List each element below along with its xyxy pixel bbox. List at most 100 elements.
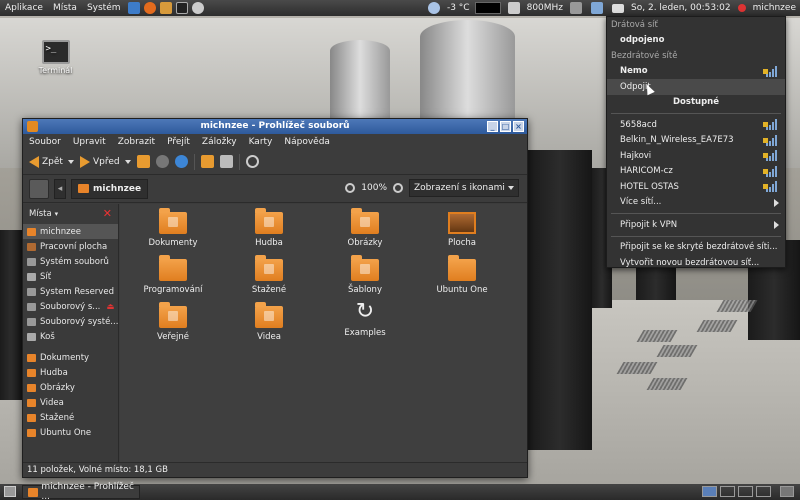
menu-napoveda[interactable]: Nápověda xyxy=(278,137,336,147)
chevron-down-icon[interactable] xyxy=(124,159,131,164)
close-button[interactable]: × xyxy=(513,121,524,132)
sidebar-bookmark-documents[interactable]: Dokumenty xyxy=(23,350,118,365)
menu-system[interactable]: Systém xyxy=(82,3,126,13)
sidebar-bookmark-downloads[interactable]: Stažené xyxy=(23,410,118,425)
file-item[interactable]: Obrázky xyxy=(320,208,410,248)
user-name[interactable]: michnzee xyxy=(753,3,796,13)
connect-hidden-item[interactable]: Připojit se ke skryté bezdrátové síti... xyxy=(607,240,785,256)
firefox-icon[interactable] xyxy=(143,2,156,14)
folder-icon xyxy=(78,184,89,193)
file-item[interactable]: Ubuntu One xyxy=(417,255,507,295)
desktop-icon-terminal[interactable]: >_ Terminál xyxy=(33,40,78,75)
clock[interactable]: So, 2. leden, 00:53:02 xyxy=(631,3,731,13)
network-item[interactable]: Hajkovi xyxy=(607,148,785,164)
computer-icon[interactable] xyxy=(219,155,233,168)
workspace-4[interactable] xyxy=(756,486,771,497)
search-icon[interactable] xyxy=(245,155,259,168)
menu-upravit[interactable]: Upravit xyxy=(67,137,112,147)
menu-zobrazit[interactable]: Zobrazit xyxy=(112,137,161,147)
file-item[interactable]: Stažené xyxy=(224,255,314,295)
cpu-icon[interactable] xyxy=(507,2,520,14)
menu-zalozky[interactable]: Záložky xyxy=(196,137,243,147)
reload-icon[interactable] xyxy=(174,155,188,168)
wireless-header: Bezdrátové sítě xyxy=(611,50,678,61)
network-item[interactable]: HARICOM-cz xyxy=(607,164,785,180)
back-arrow-icon xyxy=(29,155,39,168)
menu-prejit[interactable]: Přejít xyxy=(161,137,196,147)
workspace-3[interactable] xyxy=(738,486,753,497)
chevron-down-icon[interactable] xyxy=(67,159,74,164)
file-item[interactable]: Plocha xyxy=(417,212,507,248)
view-mode-select[interactable]: Zobrazení s ikonami xyxy=(409,179,519,197)
menu-applications[interactable]: Aplikace xyxy=(0,3,48,13)
taskbar-item[interactable]: michnzee - Prohlížeč ... xyxy=(22,482,140,500)
skull-icon[interactable] xyxy=(191,2,204,14)
workspace-2[interactable] xyxy=(720,486,735,497)
weather-temperature[interactable]: -3 °C xyxy=(447,3,470,13)
menu-places[interactable]: Místa xyxy=(48,3,82,13)
terminal-launcher-icon[interactable] xyxy=(175,2,188,14)
stop-icon[interactable] xyxy=(155,155,169,168)
chevron-down-icon xyxy=(508,186,514,190)
create-network-item[interactable]: Vytvořit novou bezdrátovou síť... xyxy=(607,255,785,271)
maximize-button[interactable]: □ xyxy=(500,121,511,132)
sidebar-item-volume-1[interactable]: Souborový s... ⏏ xyxy=(23,299,118,314)
edit-location-button[interactable] xyxy=(29,178,49,199)
eject-icon[interactable]: ⏏ xyxy=(106,302,114,312)
vpn-item[interactable]: Připojit k VPN xyxy=(607,217,785,233)
sidebar-item-desktop[interactable]: Pracovní plocha xyxy=(23,239,118,254)
file-item[interactable]: ↻ Examples xyxy=(320,300,410,339)
up-arrow-icon[interactable] xyxy=(136,155,150,168)
sidebar-item-filesystem[interactable]: Systém souborů xyxy=(23,254,118,269)
file-item[interactable]: Videa xyxy=(224,302,314,342)
zoom-out-icon[interactable] xyxy=(345,183,356,193)
sidebar-item-home[interactable]: michnzee xyxy=(23,224,118,239)
back-button[interactable]: Zpět xyxy=(29,155,74,168)
disconnect-item[interactable]: Odpojit xyxy=(607,79,785,95)
window-titlebar[interactable]: michnzee - Prohlížeč souborů _ □ × xyxy=(23,119,527,134)
trash-icon[interactable] xyxy=(780,486,794,497)
launcher-icon[interactable] xyxy=(127,2,140,14)
weather-icon[interactable] xyxy=(427,2,440,14)
file-item[interactable]: Veřejné xyxy=(128,302,218,342)
sidebar-item-network[interactable]: Síť xyxy=(23,269,118,284)
file-item[interactable]: Dokumenty xyxy=(128,208,218,248)
power-icon[interactable] xyxy=(737,4,746,12)
more-networks-item[interactable]: Více sítí... xyxy=(607,195,785,211)
network-item[interactable]: 5658acd xyxy=(607,117,785,133)
sidebar-bookmark-videos[interactable]: Videa xyxy=(23,395,118,410)
sidebar-item-volume-2[interactable]: Souborový systé... xyxy=(23,314,118,329)
network-item[interactable]: Belkin_N_Wireless_EA7E73 xyxy=(607,133,785,149)
file-item[interactable]: Programování xyxy=(128,255,218,295)
signal-icon xyxy=(766,150,779,161)
menu-soubor[interactable]: Soubor xyxy=(23,137,67,147)
sidebar-bookmark-ubuntu-one[interactable]: Ubuntu One xyxy=(23,425,118,440)
folder-icon xyxy=(27,398,36,407)
breadcrumb-current[interactable]: michnzee xyxy=(71,178,149,199)
minimize-button[interactable]: _ xyxy=(487,121,498,132)
sidebar-bookmark-pictures[interactable]: Obrázky xyxy=(23,380,118,395)
cpu-frequency[interactable]: 800MHz xyxy=(527,3,563,13)
sidebar-item-system-reserved[interactable]: System Reserved xyxy=(23,284,118,299)
network-icon[interactable] xyxy=(591,2,604,14)
mail-icon[interactable] xyxy=(612,3,625,13)
system-monitor-graph[interactable] xyxy=(474,2,501,14)
workspace-1[interactable] xyxy=(702,486,717,497)
sidebar-item-trash[interactable]: Koš xyxy=(23,329,118,344)
show-desktop-icon[interactable] xyxy=(4,486,16,497)
file-item[interactable]: Hudba xyxy=(224,208,314,248)
network-item-connected[interactable]: Nemo xyxy=(607,64,785,80)
forward-button[interactable]: Vpřed xyxy=(79,155,131,168)
available-header: Dostupné xyxy=(673,97,719,108)
path-scroll-left-button[interactable]: ◂ xyxy=(54,178,66,199)
sidebar-bookmark-music[interactable]: Hudba xyxy=(23,365,118,380)
zoom-in-icon[interactable] xyxy=(393,183,403,193)
sidebar-close-icon[interactable]: ✕ xyxy=(103,207,112,220)
menu-karty[interactable]: Karty xyxy=(243,137,279,147)
sidebar-header[interactable]: Místa ▾ ✕ xyxy=(23,204,118,224)
bluetooth-icon[interactable] xyxy=(570,2,583,14)
file-item[interactable]: Šablony xyxy=(320,255,410,295)
network-item[interactable]: HOTEL OSTAS xyxy=(607,179,785,195)
files-icon[interactable] xyxy=(159,2,172,14)
home-folder-icon[interactable] xyxy=(200,155,214,168)
